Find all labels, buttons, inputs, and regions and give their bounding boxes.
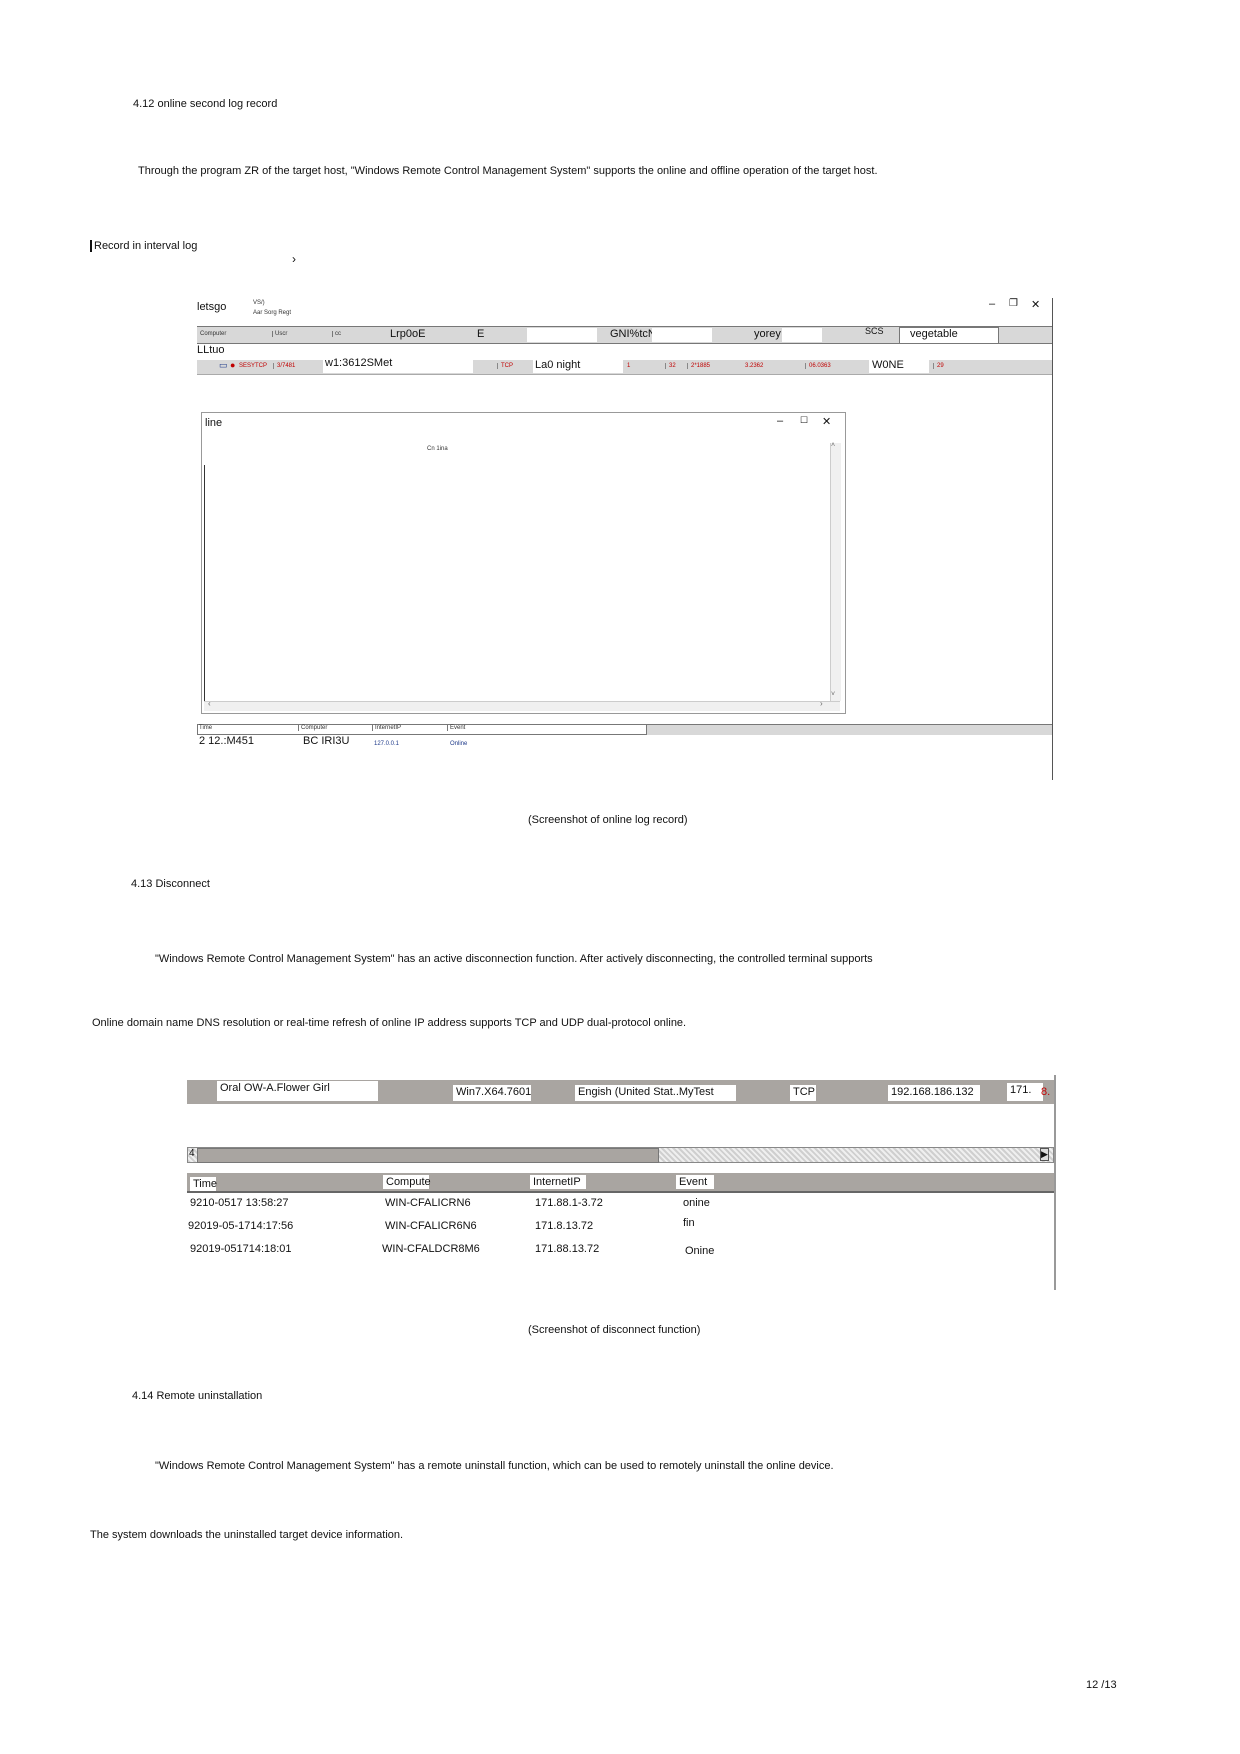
paragraph-4-14b: The system downloads the uninstalled tar… [90, 1529, 404, 1541]
log-col-computer[interactable]: Compute [383, 1175, 431, 1189]
list-subheader: LLtuo [197, 344, 225, 356]
log-col-event[interactable]: Event [676, 1175, 714, 1189]
log-row-1-computer: WIN-CFALICRN6 [385, 1197, 471, 1209]
log-row-1-event: onine [683, 1197, 710, 1209]
scroll-down-icon[interactable]: ˅ [831, 691, 835, 698]
log-row-3-time: 92019-051714:18:01 [190, 1243, 292, 1255]
row-user: 3/7481 [273, 363, 295, 369]
col-user[interactable]: Uscr [272, 331, 287, 337]
col-gni[interactable]: GNI%tcN [610, 328, 656, 340]
row-col8: 2*1885 [687, 363, 710, 369]
log-row-3-computer: WIN-CFALDCR8M6 [382, 1243, 480, 1255]
client-ip: 192.168.186.132 [888, 1085, 980, 1101]
disconnect-window: Oral OW-A.Flower Girl Win7.X64.7601 Engi… [187, 1075, 1056, 1290]
minimize-button[interactable]: – [989, 298, 995, 310]
dialog-close-button[interactable]: ✕ [822, 415, 831, 428]
dialog-heading: Cn 1ina [427, 446, 448, 452]
paragraph-4-14: "Windows Remote Control Management Syste… [155, 1460, 834, 1472]
client-os: Win7.X64.7601 [453, 1085, 531, 1101]
row-col6: 1 [627, 363, 631, 369]
log-col-ip[interactable]: InternetIP [530, 1175, 586, 1189]
col-computer[interactable]: Computer [200, 331, 226, 337]
row-col7: 32 [665, 363, 676, 369]
log-row-2-computer: WIN-CFALICR6N6 [385, 1220, 477, 1232]
heading-4-13: 4.13 Disconnect [131, 878, 210, 890]
log-row-event: Online [450, 741, 468, 747]
computer-icon: ▭ [219, 360, 228, 370]
maximize-button[interactable]: ❐ [1009, 298, 1018, 309]
menu-bar[interactable]: Aar Sorg Regt [253, 310, 291, 316]
scroll-left-icon[interactable]: ‹ [208, 699, 211, 708]
log-row-computer: BC IRI3U [303, 735, 350, 747]
log-row-1-time: 9210-0517 13:58:27 [190, 1197, 289, 1209]
log-col-time[interactable]: Time [199, 725, 212, 731]
col-yorey[interactable]: yorey [754, 328, 781, 340]
col-e[interactable]: E [477, 328, 484, 340]
col-lrp[interactable]: Lrp0oE [390, 328, 425, 340]
log-col-computer[interactable]: Computer [298, 725, 327, 731]
row-col12: 29 [933, 363, 944, 369]
row-col11: W0NE [872, 359, 904, 371]
client-extra: 8. [1041, 1086, 1051, 1098]
dialog-title: line [205, 417, 223, 429]
window-title-small: VS/) [253, 300, 265, 306]
heading-4-12: 4.12 online second log record [133, 98, 278, 110]
line-dialog: line – ☐ ✕ Cn 1ina ˄ ˅ ‹ › [201, 412, 846, 714]
close-button[interactable]: ✕ [1031, 298, 1040, 311]
paragraph-4-12: Through the program ZR of the target hos… [138, 165, 878, 177]
caption-disconnect: (Screenshot of disconnect function) [528, 1324, 701, 1336]
col-scs[interactable]: SCS [865, 326, 884, 336]
client-lang: Engish (United Stat..MyTest [575, 1085, 736, 1101]
row-col9: 3.2362 [745, 363, 764, 369]
log-row-1-ip: 171.88.1-3.72 [535, 1197, 603, 1209]
row-os: w1:3612SMet [325, 357, 393, 369]
paragraph-4-13b: Online domain name DNS resolution or rea… [92, 1017, 687, 1029]
online-log-window: letsgo VS/) Aar Sorg Regt – ❐ ✕ Computer… [197, 298, 1053, 780]
log-row-3-ip: 171.88.13.72 [535, 1243, 600, 1255]
scroll-right-icon[interactable]: › [820, 699, 823, 708]
window-title: letsgo [197, 301, 227, 313]
client-internet-ip: 171. [1007, 1083, 1043, 1101]
row-col10: 06.0363 [805, 363, 831, 369]
log-row-2-time: 92019-05-1714:17:56 [188, 1220, 294, 1232]
log-header [187, 1173, 1054, 1193]
scroll-up-icon[interactable]: ˄ [831, 442, 835, 449]
caption-online-log: (Screenshot of online log record) [528, 814, 688, 826]
col-cc[interactable]: cc [332, 331, 341, 337]
dialog-vertical-scrollbar[interactable] [830, 443, 841, 701]
chevron-right-icon: › [292, 252, 296, 266]
log-row-2-event: fin [683, 1217, 695, 1229]
log-row-time: 2 12.:M451 [199, 735, 255, 747]
row-computer: SESYTCP [239, 363, 268, 369]
client-protocol: TCP [790, 1085, 816, 1101]
scrollbar-thumb[interactable] [197, 1148, 659, 1163]
paragraph-4-13: "Windows Remote Control Management Syste… [155, 953, 873, 965]
client-name: Oral OW-A.Flower Girl [217, 1081, 378, 1101]
dialog-maximize-button[interactable]: ☐ [800, 415, 808, 426]
log-row-2-ip: 171.8.13.72 [535, 1220, 594, 1232]
row-note: La0 night [535, 359, 581, 371]
dialog-minimize-button[interactable]: – [777, 415, 783, 427]
col-vegetable[interactable]: vegetable [899, 327, 999, 344]
log-col-ip[interactable]: InternetIP [372, 725, 401, 731]
scroll-right-button[interactable]: ▶ [1040, 1148, 1049, 1161]
scroll-left-button[interactable]: 4 [189, 1148, 195, 1159]
log-col-event[interactable]: Event [447, 725, 465, 731]
status-dot-icon: ● [230, 360, 236, 370]
page-number: 12 /13 [1086, 1679, 1117, 1691]
dialog-horizontal-scrollbar[interactable] [204, 701, 840, 711]
record-label: Record in interval log [90, 240, 197, 252]
log-row-ip: 127.0.0.1 [374, 741, 400, 747]
heading-4-14: 4.14 Remote uninstallation [132, 1390, 263, 1402]
log-col-time[interactable]: Time [190, 1177, 217, 1191]
log-row-3-event: Onine [685, 1245, 715, 1257]
row-protocol: TCP [497, 363, 513, 369]
